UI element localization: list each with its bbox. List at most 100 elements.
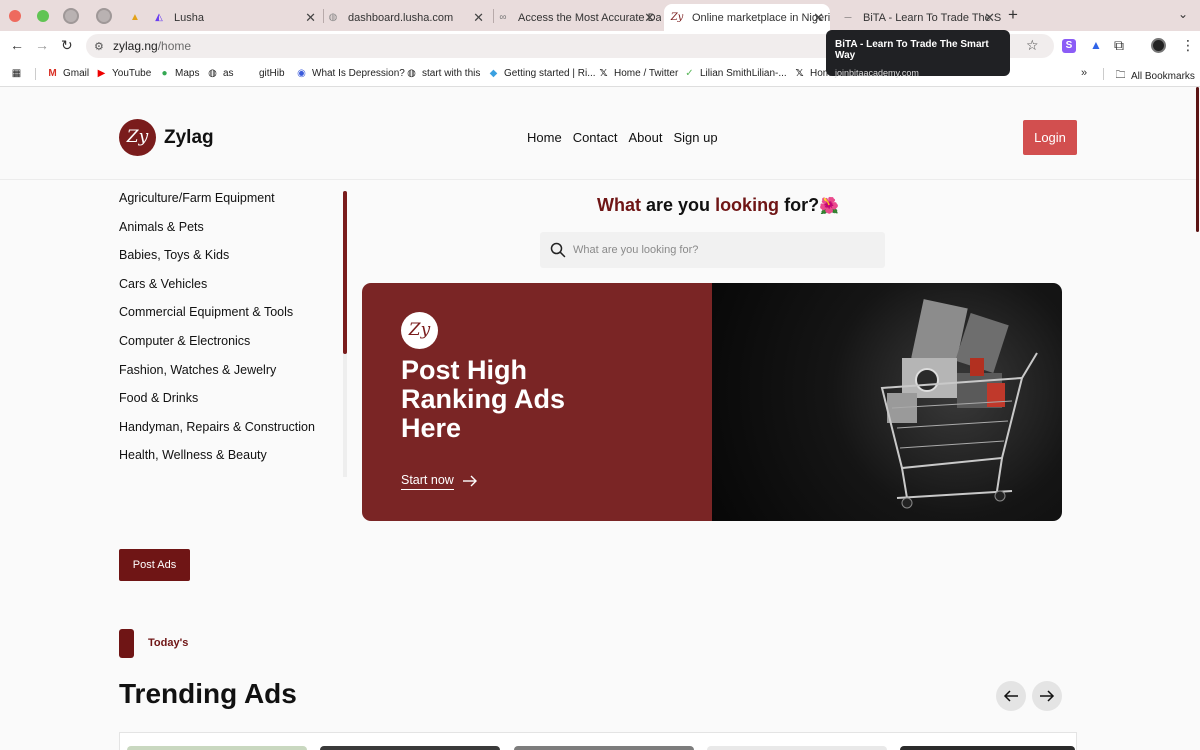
new-tab-icon[interactable]: + (1008, 5, 1018, 25)
profile-avatar[interactable] (1151, 38, 1166, 53)
category-item[interactable]: Commercial Equipment & Tools (119, 305, 349, 334)
category-item[interactable]: Fashion, Watches & Jewelry (119, 363, 349, 392)
globe-icon: ◍ (208, 68, 217, 79)
tab-divider (323, 9, 324, 23)
window-close-icon[interactable] (9, 10, 21, 22)
globe-icon: ◍ (328, 12, 338, 23)
category-item[interactable]: Agriculture/Farm Equipment (119, 191, 349, 220)
bookmark-star-icon[interactable]: ☆ (1026, 37, 1039, 54)
bita-icon: — (844, 14, 852, 21)
hero-image-shopping-cart (712, 283, 1062, 521)
youtube-icon: ▶ (97, 68, 106, 79)
bookmark-as[interactable]: ◍ as (207, 68, 233, 79)
pinned-tab-icon[interactable] (63, 8, 79, 24)
pinned-tab-drive[interactable]: ▲ (128, 4, 144, 31)
lusha-icon: ◭ (155, 12, 163, 23)
bookmark-twitter[interactable]: 𝕏 Home / Twitter (598, 68, 678, 79)
shopping-cart-illustration (880, 299, 1038, 509)
section-marker (119, 629, 134, 658)
site-icon: ◉ (297, 68, 306, 79)
close-icon[interactable]: ✕ (984, 10, 995, 26)
hibiscus-emoji-icon: 🌺 (819, 198, 839, 215)
reload-icon[interactable]: ↻ (61, 37, 73, 54)
tab-divider (493, 9, 494, 23)
tab-access-accurate-data[interactable]: ∞ Access the Most Accurate Da ✕ (496, 4, 661, 31)
brand-name[interactable]: Zylag (164, 127, 214, 149)
close-icon[interactable]: ✕ (305, 10, 316, 26)
tab-bita[interactable]: — BiTA - Learn To Trade The Sm ✕ (835, 4, 1002, 31)
ad-card-thumbnail[interactable] (320, 746, 500, 750)
close-icon[interactable]: ✕ (813, 10, 824, 26)
zylag-icon: Zy (670, 12, 684, 23)
category-item[interactable]: Animals & Pets (119, 220, 349, 249)
nav-contact[interactable]: Contact (573, 130, 618, 145)
ad-card-thumbnail[interactable] (900, 746, 1075, 750)
category-item[interactable]: Food & Drinks (119, 391, 349, 420)
site-icon: ✓ (685, 68, 694, 79)
extensions-puzzle-icon[interactable]: ⧉ (1114, 37, 1124, 54)
maps-pin-icon: ● (161, 68, 168, 79)
nav-about[interactable]: About (629, 130, 663, 145)
back-arrow-icon[interactable]: ← (10, 37, 24, 53)
search-headline: What are you looking for?🌺 (597, 195, 839, 215)
search-input[interactable] (573, 240, 873, 260)
bookmark-youtube[interactable]: ▶ YouTube (96, 68, 152, 79)
carousel-prev-button[interactable] (996, 681, 1026, 711)
bookmark-github[interactable]: gitHib (259, 68, 285, 79)
extension-drop-icon[interactable]: ▲ (1090, 38, 1102, 52)
nav-sign-up[interactable]: Sign up (673, 130, 717, 145)
category-item[interactable]: Babies, Toys & Kids (119, 248, 349, 277)
arrow-right-icon (1040, 690, 1055, 702)
forward-arrow-icon[interactable]: → (35, 37, 49, 53)
ad-card-thumbnail[interactable] (707, 746, 887, 750)
tab-zylag-active[interactable]: Zy Online marketplace in Nigeria ✕ (664, 4, 830, 31)
bookmark-depression[interactable]: ◉ What Is Depression? (296, 68, 405, 79)
bookmark-gmail[interactable]: M Gmail (47, 68, 89, 79)
gmail-icon: M (48, 68, 57, 79)
all-bookmarks[interactable]: 🗀 All Bookmarks (1115, 68, 1195, 85)
start-now-link[interactable]: Start now (401, 473, 454, 490)
logo-mark[interactable]: Zy (119, 119, 156, 156)
bookmark-getting-started[interactable]: ◆ Getting started | Ri... (488, 68, 596, 79)
url-text[interactable]: zylag.ng/home (113, 39, 191, 53)
post-ads-button[interactable]: Post Ads (119, 549, 190, 581)
category-item[interactable]: Health, Wellness & Beauty (119, 448, 349, 477)
category-scroll-thumb[interactable] (343, 191, 347, 354)
folder-icon: 🗀 (1115, 70, 1126, 81)
drive-icon: ▲ (130, 12, 140, 23)
tab-dashboard-lusha[interactable]: ◍ dashboard.lusha.com ✕ (326, 4, 490, 31)
category-item[interactable]: Computer & Electronics (119, 334, 349, 363)
category-list: Agriculture/Farm Equipment Animals & Pet… (119, 191, 349, 477)
bookmarks-bar: ▦ M Gmail ▶ YouTube ● Maps ◍ as gitHib ◉ What… (0, 61, 1200, 87)
arrow-left-icon (1003, 690, 1018, 702)
hero-logo-mark: Zy (401, 312, 438, 349)
hero-title: Post High Ranking Ads Here (401, 355, 566, 443)
ad-card-thumbnail[interactable] (514, 746, 694, 750)
category-item[interactable]: Cars & Vehicles (119, 277, 349, 306)
tab-search-chevron-icon[interactable]: ⌄ (1178, 7, 1188, 21)
site-settings-icon[interactable]: ⚙ (94, 40, 104, 53)
browser-menu-icon[interactable]: ⋮ (1181, 37, 1195, 54)
window-zoom-icon[interactable] (37, 10, 49, 22)
bookmark-start[interactable]: ◍ start with this (406, 68, 480, 79)
bookmark-lilian[interactable]: ✓ Lilian SmithLilian-... (684, 68, 786, 79)
close-icon[interactable]: ✕ (473, 10, 484, 26)
pinned-tab-icon[interactable] (96, 8, 112, 24)
carousel-next-button[interactable] (1032, 681, 1062, 711)
search-box[interactable] (540, 232, 885, 268)
page-scrollbar[interactable] (1196, 87, 1199, 232)
bookmark-maps[interactable]: ● Maps (159, 68, 199, 79)
page-content: Zy Zylag Home Contact About Sign up Logi… (0, 87, 1200, 750)
close-icon[interactable]: ✕ (644, 10, 655, 26)
nav-home[interactable]: Home (527, 130, 562, 145)
apps-grid-icon[interactable]: ▦ (11, 68, 27, 79)
category-item[interactable]: Handyman, Repairs & Construction (119, 420, 349, 449)
x-twitter-icon: 𝕏 (795, 68, 804, 79)
ad-card-thumbnail[interactable] (127, 746, 307, 750)
bookmarks-overflow-icon[interactable]: » (1081, 67, 1087, 79)
login-button[interactable]: Login (1023, 120, 1077, 155)
globe-icon: ◍ (407, 68, 416, 79)
extension-s-icon[interactable]: S (1062, 39, 1076, 53)
arrow-right-icon[interactable] (462, 473, 478, 489)
tab-lusha[interactable]: ◭ Lusha ✕ (152, 4, 322, 31)
